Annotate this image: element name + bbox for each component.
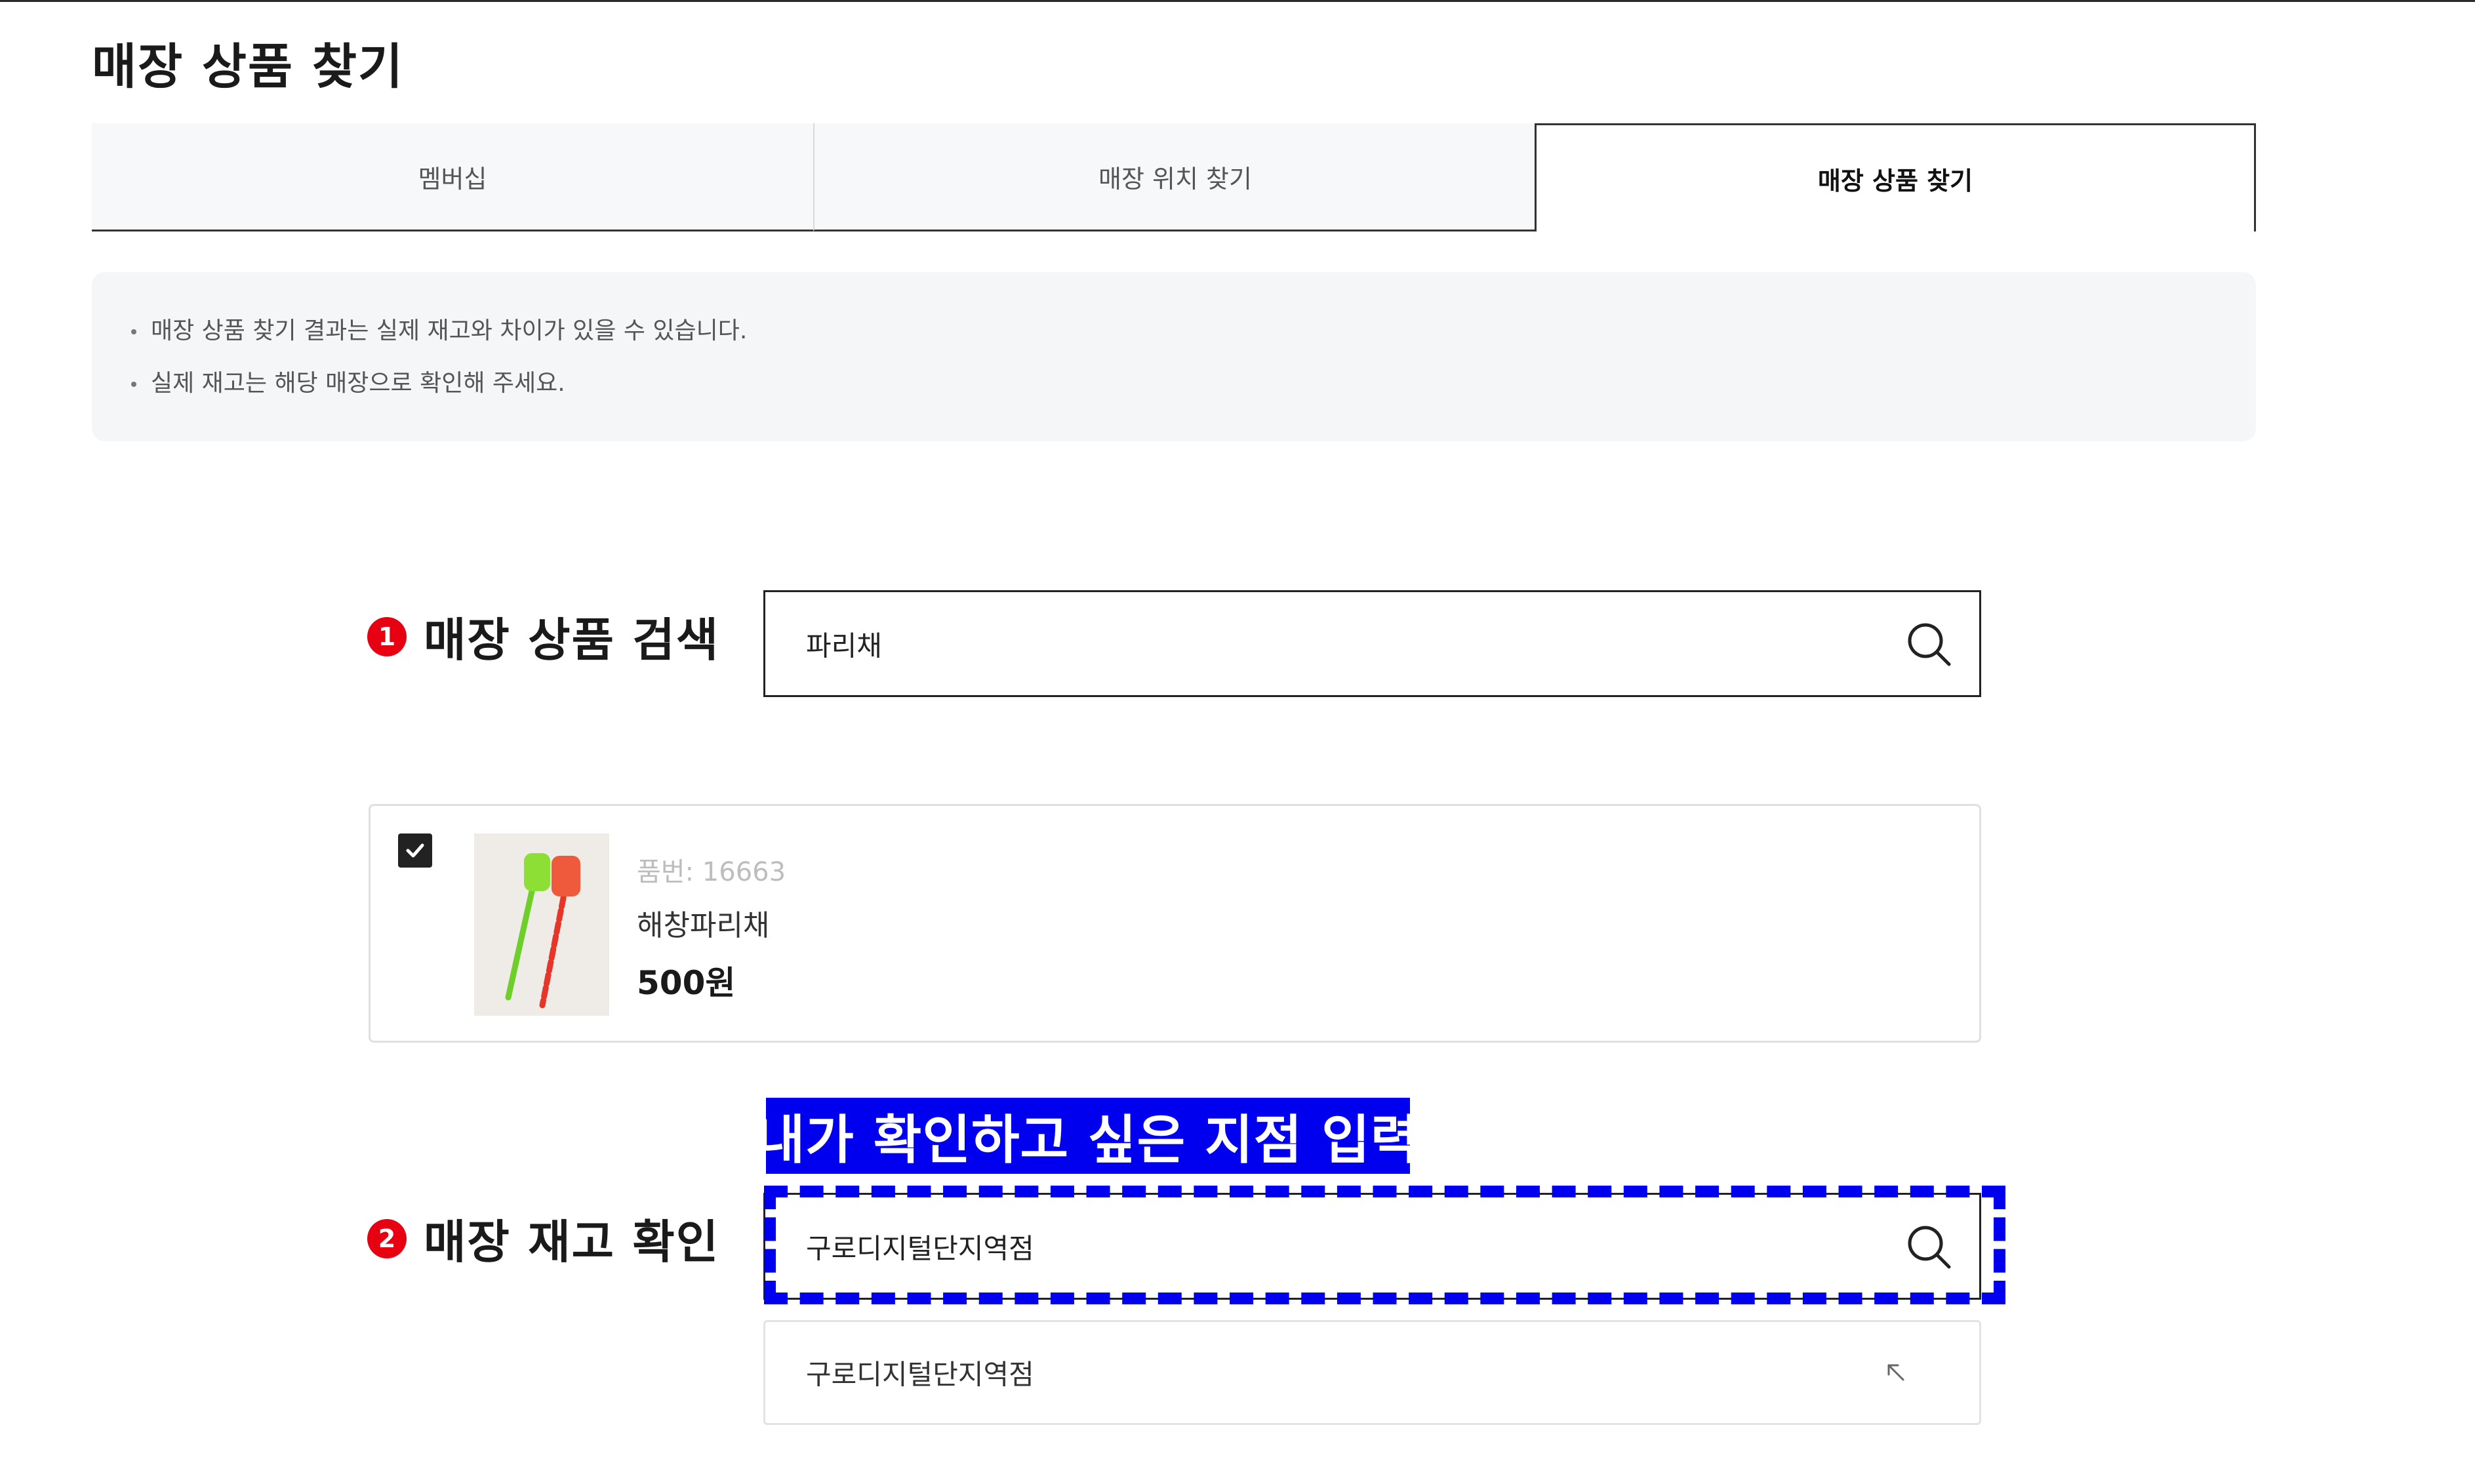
- suggestion-text[interactable]: 구로디지털단지역점: [806, 1353, 1034, 1393]
- tab-membership[interactable]: 멤버십: [92, 123, 813, 231]
- notice-text: 매장 상품 찾기 결과는 실제 재고와 차이가 있을 수 있습니다.: [151, 317, 748, 344]
- store-suggestion-item[interactable]: 구로디지털단지역점: [763, 1320, 1981, 1425]
- check-icon: [406, 843, 424, 858]
- step-number-badge: 1: [367, 616, 407, 656]
- step-product-search: 1 매장 상품 검색: [367, 603, 719, 670]
- product-price: 500원: [637, 964, 736, 1002]
- notice-item: 실제 재고는 해당 매장으로 확인해 주세요.: [131, 364, 565, 398]
- step-stock-check: 2 매장 재고 확인: [367, 1205, 719, 1272]
- step-label: 매장 상품 검색: [424, 613, 720, 667]
- search-icon[interactable]: [1904, 620, 1953, 668]
- product-image: [474, 833, 609, 1016]
- notice-box: 매장 상품 찾기 결과는 실제 재고와 차이가 있을 수 있습니다. 실제 재고…: [92, 272, 2256, 441]
- product-search-input[interactable]: 파리채: [763, 590, 1981, 697]
- flyswatter-image: [474, 833, 609, 1016]
- page-title: 매장 상품 찾기: [92, 39, 405, 95]
- product-result-card[interactable]: 품번: 16663 해창파리채 500원: [369, 804, 1981, 1043]
- bullet-icon: [131, 382, 136, 387]
- annotation-highlight-frame: [764, 1186, 2005, 1304]
- search-input-value[interactable]: 파리채: [806, 624, 882, 664]
- product-checkbox[interactable]: [398, 833, 432, 868]
- step-number-badge: 2: [367, 1218, 407, 1258]
- annotation-label: 내가 확인하고 싶은 지점 입력: [757, 1098, 1419, 1174]
- notice-item: 매장 상품 찾기 결과는 실제 재고와 차이가 있을 수 있습니다.: [131, 311, 747, 346]
- tab-bar: 멤버십 매장 위치 찾기 매장 상품 찾기: [92, 123, 2256, 233]
- tab-store-location[interactable]: 매장 위치 찾기: [813, 123, 1536, 231]
- step-label: 매장 재고 확인: [424, 1215, 720, 1269]
- bullet-icon: [131, 329, 136, 334]
- tab-store-product[interactable]: 매장 상품 찾기: [1535, 123, 2256, 231]
- top-border: [0, 0, 2475, 2]
- product-code: 품번: 16663: [637, 857, 786, 887]
- notice-text: 실제 재고는 해당 매장으로 확인해 주세요.: [151, 370, 565, 397]
- product-name: 해창파리채: [637, 909, 770, 942]
- arrow-up-left-icon[interactable]: [1885, 1361, 1907, 1384]
